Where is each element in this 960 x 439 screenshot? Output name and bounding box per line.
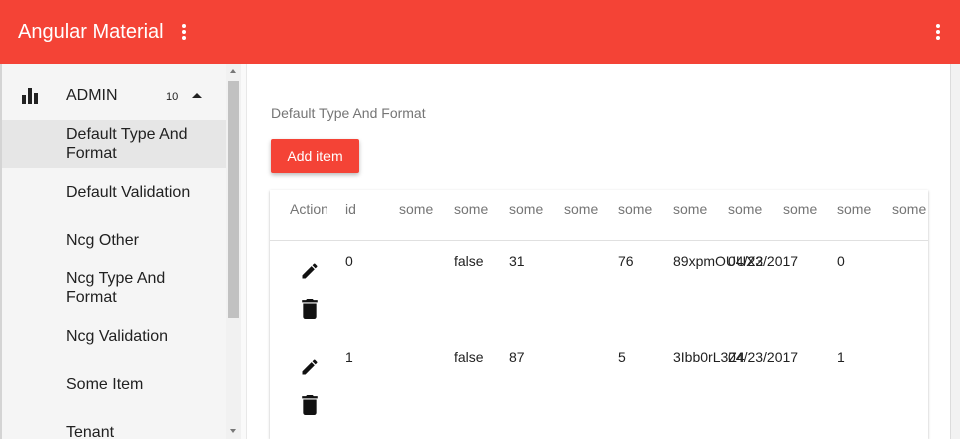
column-header[interactable]: some (837, 201, 872, 221)
pencil-icon[interactable] (300, 261, 320, 281)
column-header[interactable]: some (509, 201, 547, 221)
caret-up-icon[interactable] (192, 93, 202, 98)
column-header[interactable]: some (399, 201, 436, 221)
column-header[interactable]: id (345, 201, 385, 221)
column-header[interactable]: some (892, 201, 928, 221)
table-cell: 04/23/2017 (728, 253, 799, 269)
data-table: Actions id some some some some some some… (270, 190, 928, 439)
table-cell: 04/23/2017 (728, 349, 799, 365)
scroll-down-icon[interactable] (230, 429, 236, 433)
sidebar-scrollbar[interactable] (226, 64, 241, 439)
sidebar-item-ncg-other[interactable]: Ncg Other (2, 216, 226, 264)
table-row: 1 false 87 5 3Ibb0rL3Z4 04/23/2017 1 (270, 337, 928, 433)
sidebar-item-ncg-validation[interactable]: Ncg Validation (2, 312, 226, 360)
table-cell: 5 (618, 349, 626, 365)
column-header[interactable]: some (783, 201, 821, 221)
table-cell: 76 (618, 253, 634, 269)
sidebar-item-label: Ncg Other (66, 232, 139, 249)
more-vert-icon[interactable] (933, 22, 943, 42)
app-toolbar: Angular Material (0, 0, 960, 64)
main-content: Default Type And Format Add item Actions… (247, 64, 950, 439)
table-cell: false (454, 253, 484, 269)
column-header[interactable]: Actions (290, 201, 327, 221)
table-cell: 1 (345, 349, 353, 365)
table-cell: false (454, 349, 484, 365)
table-cell: 1 (837, 349, 845, 365)
sidebar-item-label: Ncg Type And Format (66, 270, 166, 306)
sidebar-item-label: Ncg Validation (66, 328, 168, 345)
trash-icon[interactable] (302, 395, 318, 415)
table-cell: 0 (837, 253, 845, 269)
table-row: 0 false 31 76 89xpmOUUX2 04/23/2017 0 (270, 241, 928, 337)
sidebar-item-ncg-type-and-format[interactable]: Ncg Type And Format (2, 264, 226, 312)
page-title: Default Type And Format (271, 105, 426, 121)
table-cell: 0 (345, 253, 353, 269)
table-cell: 87 (509, 349, 525, 365)
scroll-up-icon[interactable] (230, 69, 236, 73)
sidebar-item-label: Default Type And Format (66, 126, 188, 162)
column-header[interactable]: some (454, 201, 492, 221)
more-vert-icon[interactable] (179, 22, 189, 42)
scrollbar-thumb[interactable] (228, 81, 239, 318)
sidebar-item-label: Some Item (66, 376, 144, 393)
sidebar-item-default-validation[interactable]: Default Validation (2, 168, 226, 216)
sidebar-group-admin[interactable]: ADMIN 10 (2, 72, 226, 120)
sidebar-group-count: 10 (166, 91, 179, 103)
column-header[interactable]: some (618, 201, 653, 221)
table-header: Actions id some some some some some some… (270, 190, 928, 241)
window-border (950, 64, 960, 439)
app-title: Angular Material (18, 21, 164, 43)
table-cell: 31 (509, 253, 525, 269)
sidebar-item-label: Tenant (66, 424, 115, 439)
sidebar-item-label: Default Validation (66, 184, 191, 201)
pencil-icon[interactable] (300, 357, 320, 377)
column-header[interactable]: some (564, 201, 602, 221)
sidebar-item-some-item[interactable]: Some Item (2, 360, 226, 408)
trash-icon[interactable] (302, 299, 318, 319)
sidebar-item-tenant[interactable]: Tenant (2, 408, 226, 439)
sidebar-item-default-type-and-format[interactable]: Default Type And Format (2, 120, 226, 168)
sidebar: ADMIN 10 Default Type And Format Default… (2, 64, 226, 439)
bar-chart-icon (22, 88, 40, 104)
add-item-button[interactable]: Add item (271, 139, 359, 173)
column-header[interactable]: some (673, 201, 711, 221)
sidebar-group-label: ADMIN (66, 87, 118, 104)
column-header[interactable]: some (728, 201, 766, 221)
